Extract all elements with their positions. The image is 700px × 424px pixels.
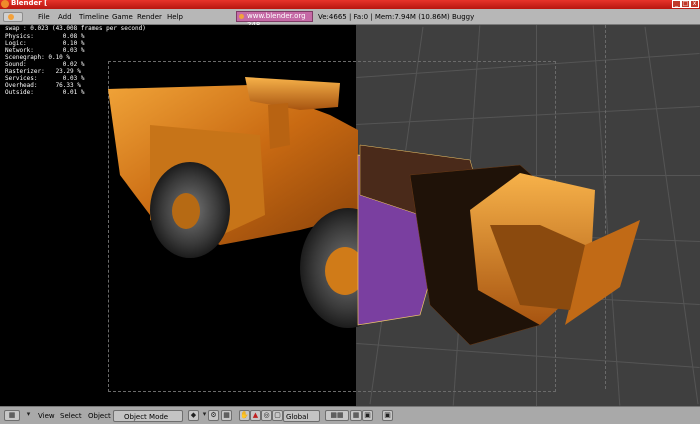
orientation-label: Global: [286, 413, 309, 421]
overlay-line-overhead: Overhead: 76.33 %: [5, 82, 81, 89]
mode-select[interactable]: Object Mode: [113, 410, 183, 422]
overlay-line-services: Services: 0.03 %: [5, 75, 85, 82]
render-icon[interactable]: ▣: [382, 410, 393, 421]
menu-render[interactable]: Render: [137, 13, 162, 21]
window-title: Blender [: [11, 0, 48, 7]
translate-icon[interactable]: ▲: [250, 410, 261, 421]
menu-file[interactable]: File: [38, 13, 50, 21]
overlay-line-scenegraph: Scenegraph: 0.10 %: [5, 54, 71, 61]
draw-type-icon[interactable]: ◆: [188, 410, 199, 421]
overlay-line-physics: Physics: 0.08 %: [5, 33, 85, 40]
overlay-line-outside: Outside: 0.01 %: [5, 89, 85, 96]
canopy-pillar: [268, 103, 290, 149]
layers-icon[interactable]: ▦: [350, 410, 362, 421]
maximize-button[interactable]: □: [681, 0, 690, 8]
blender-logo-icon: [8, 14, 14, 20]
scale-icon[interactable]: ▢: [272, 410, 283, 421]
overlay-line-sound: Sound: 0.02 %: [5, 61, 85, 68]
close-button[interactable]: x: [690, 0, 699, 8]
overlay-line-swap: swap : 0.023 (43.008 frames per second): [5, 25, 146, 32]
hand-icon[interactable]: ✋: [239, 410, 250, 421]
editor-type-menu[interactable]: [3, 12, 23, 22]
blender-logo-icon: [239, 14, 244, 19]
scene-stats: Ve:4665 | Fa:0 | Mem:7.94M (10.86M) Bugg…: [318, 13, 475, 21]
grid-view-icon[interactable]: ▦: [4, 410, 20, 421]
menu-game[interactable]: Game: [112, 13, 133, 21]
overlay-line-rasterizer: Rasterizer: 23.29 %: [5, 68, 81, 75]
lock-icon[interactable]: ▣: [362, 410, 373, 421]
overlay-line-logic: Logic: 0.10 %: [5, 40, 85, 47]
menu-view[interactable]: View: [38, 412, 55, 420]
orientation-select[interactable]: Global: [283, 410, 320, 422]
menu-bar: File Add Timeline Game Render Help www.b…: [0, 9, 700, 29]
minimize-button[interactable]: _: [672, 0, 681, 8]
menu-object[interactable]: Object: [88, 412, 111, 420]
mode-select-label: Object Mode: [124, 413, 169, 421]
menu-add[interactable]: Add: [58, 13, 72, 21]
3d-viewport[interactable]: swap : 0.023 (43.008 frames per second) …: [0, 25, 700, 406]
layers-icon[interactable]: ▦▦: [325, 410, 349, 421]
menu-timeline[interactable]: Timeline: [79, 13, 109, 21]
rotate-icon[interactable]: ◎: [261, 410, 272, 421]
snap-icon[interactable]: ▦: [221, 410, 232, 421]
pivot-icon[interactable]: ⚙: [208, 410, 219, 421]
3d-view-header: ▦ ▾ View Select Object Object Mode ◆ ▾ ⚙…: [0, 406, 700, 424]
menu-help[interactable]: Help: [167, 13, 183, 21]
loader-model[interactable]: [0, 25, 700, 406]
overlay-line-network: Network: 0.03 %: [5, 47, 85, 54]
chevron-down-icon[interactable]: ▾: [23, 410, 34, 421]
blender-app-icon: [1, 0, 9, 8]
menu-select[interactable]: Select: [60, 412, 82, 420]
window-titlebar: Blender [ _ □ x: [0, 0, 700, 9]
rear-wheel-hub: [172, 193, 200, 229]
website-link[interactable]: www.blender.org 248: [236, 11, 313, 29]
